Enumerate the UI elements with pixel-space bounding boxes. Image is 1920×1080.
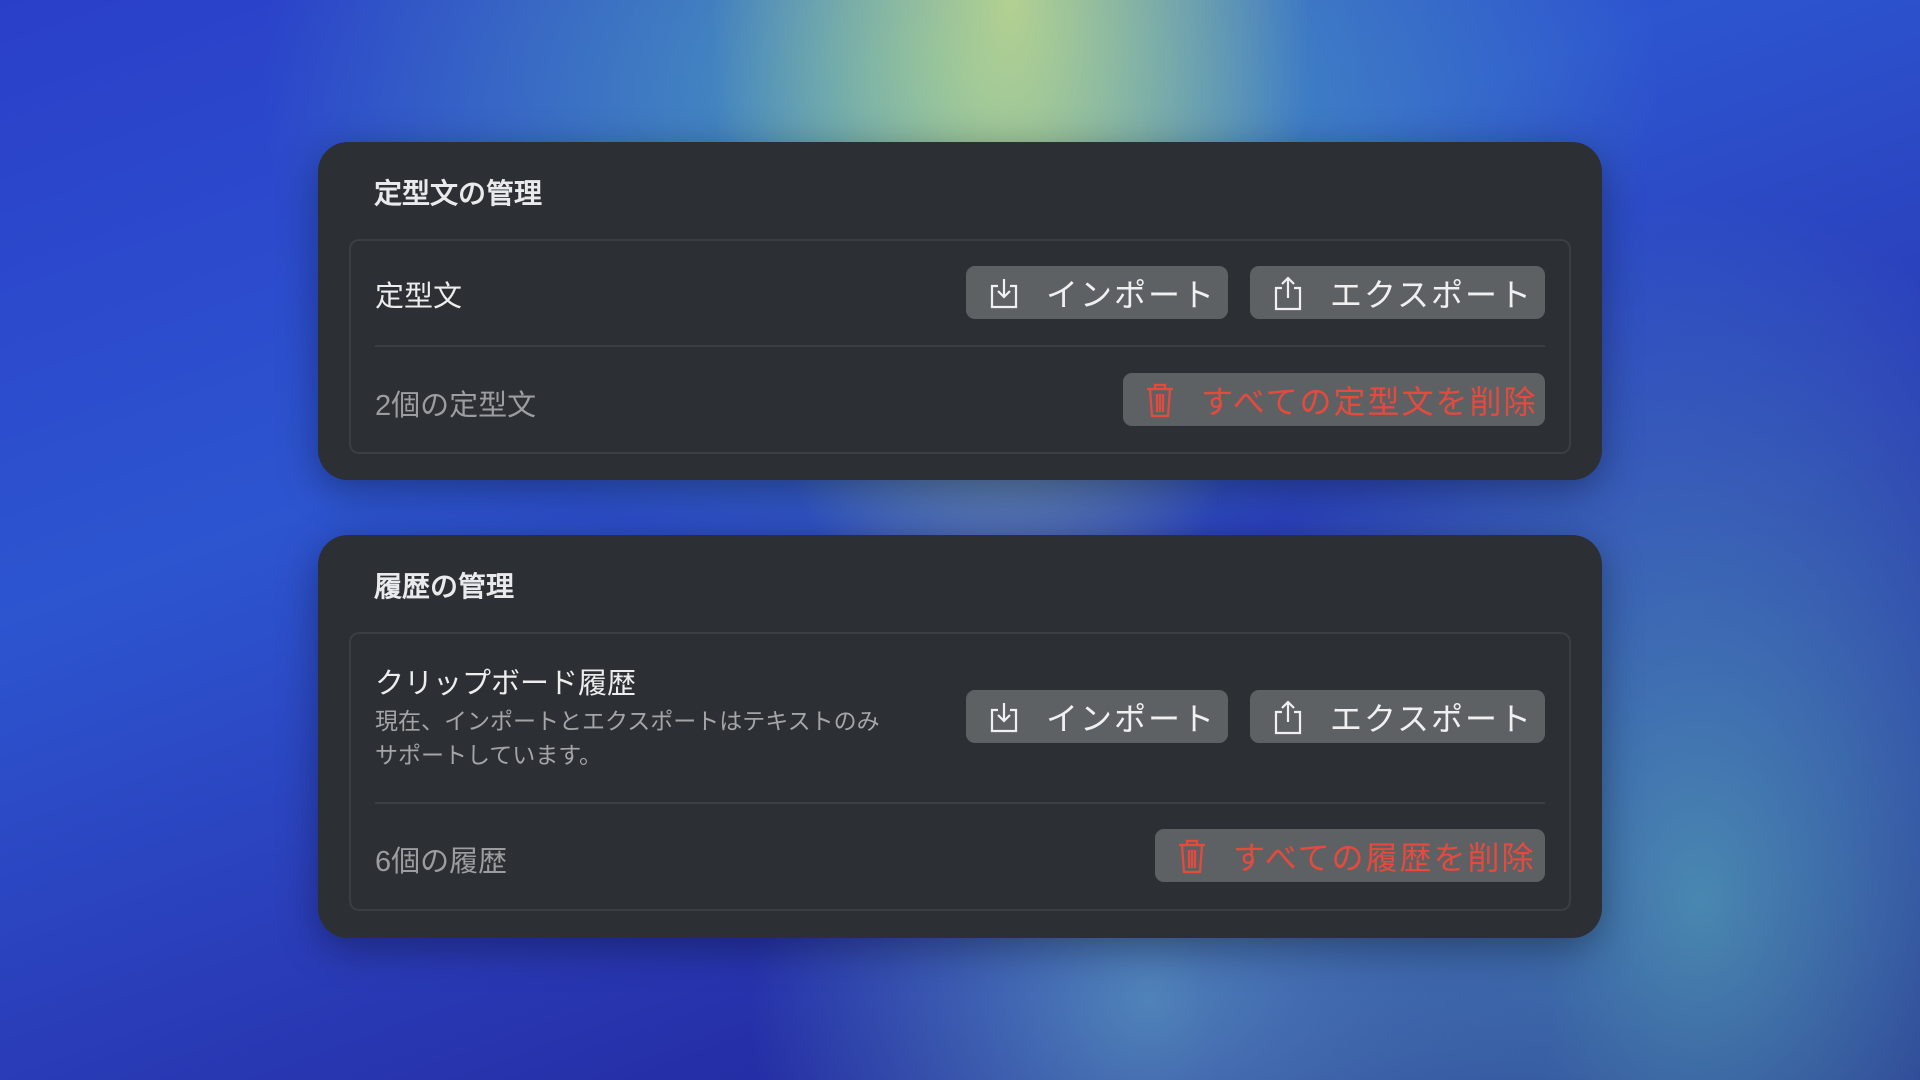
- snippets-management-card: 定型文の管理 定型文 インポート エクスポート 2個の定型文 すべての定型文を削…: [318, 142, 1602, 480]
- delete-all-label: すべての定型文を削除: [1201, 383, 1538, 420]
- export-icon: [1274, 699, 1302, 734]
- import-label: インポート: [1046, 276, 1217, 313]
- divider: [375, 345, 1545, 347]
- divider: [375, 802, 1545, 804]
- snippets-count: 2個の定型文: [375, 390, 537, 422]
- import-icon: [990, 702, 1018, 732]
- export-label: エクスポート: [1330, 700, 1534, 737]
- trash-icon: [1179, 839, 1205, 873]
- snippets-import-button[interactable]: インポート: [966, 266, 1228, 319]
- history-row-label: クリップボード履歴: [375, 668, 637, 700]
- import-icon: [990, 278, 1018, 308]
- snippets-group: 定型文 インポート エクスポート 2個の定型文 すべての定型文を削除: [349, 239, 1571, 454]
- export-icon: [1274, 275, 1302, 310]
- delete-all-snippets-button[interactable]: すべての定型文を削除: [1123, 373, 1545, 426]
- snippets-export-button[interactable]: エクスポート: [1250, 266, 1545, 319]
- history-description: 現在、インポートとエクスポートはテキストのみ サポートしています。: [375, 704, 880, 772]
- export-label: エクスポート: [1330, 276, 1534, 313]
- history-import-button[interactable]: インポート: [966, 690, 1228, 743]
- import-label: インポート: [1046, 700, 1217, 737]
- trash-icon: [1147, 383, 1173, 417]
- delete-all-label: すべての履歴を削除: [1233, 839, 1536, 876]
- history-management-card: 履歴の管理 クリップボード履歴 現在、インポートとエクスポートはテキストのみ サ…: [318, 535, 1602, 938]
- history-group: クリップボード履歴 現在、インポートとエクスポートはテキストのみ サポートしてい…: [349, 632, 1571, 911]
- section-title: 定型文の管理: [374, 178, 543, 209]
- history-count: 6個の履歴: [375, 846, 508, 878]
- description-line: 現在、インポートとエクスポートはテキストのみ: [375, 708, 880, 734]
- delete-all-history-button[interactable]: すべての履歴を削除: [1155, 829, 1545, 882]
- history-export-button[interactable]: エクスポート: [1250, 690, 1545, 743]
- description-line: サポートしています。: [375, 742, 603, 768]
- section-title: 履歴の管理: [374, 571, 515, 602]
- snippets-row-label: 定型文: [375, 281, 463, 313]
